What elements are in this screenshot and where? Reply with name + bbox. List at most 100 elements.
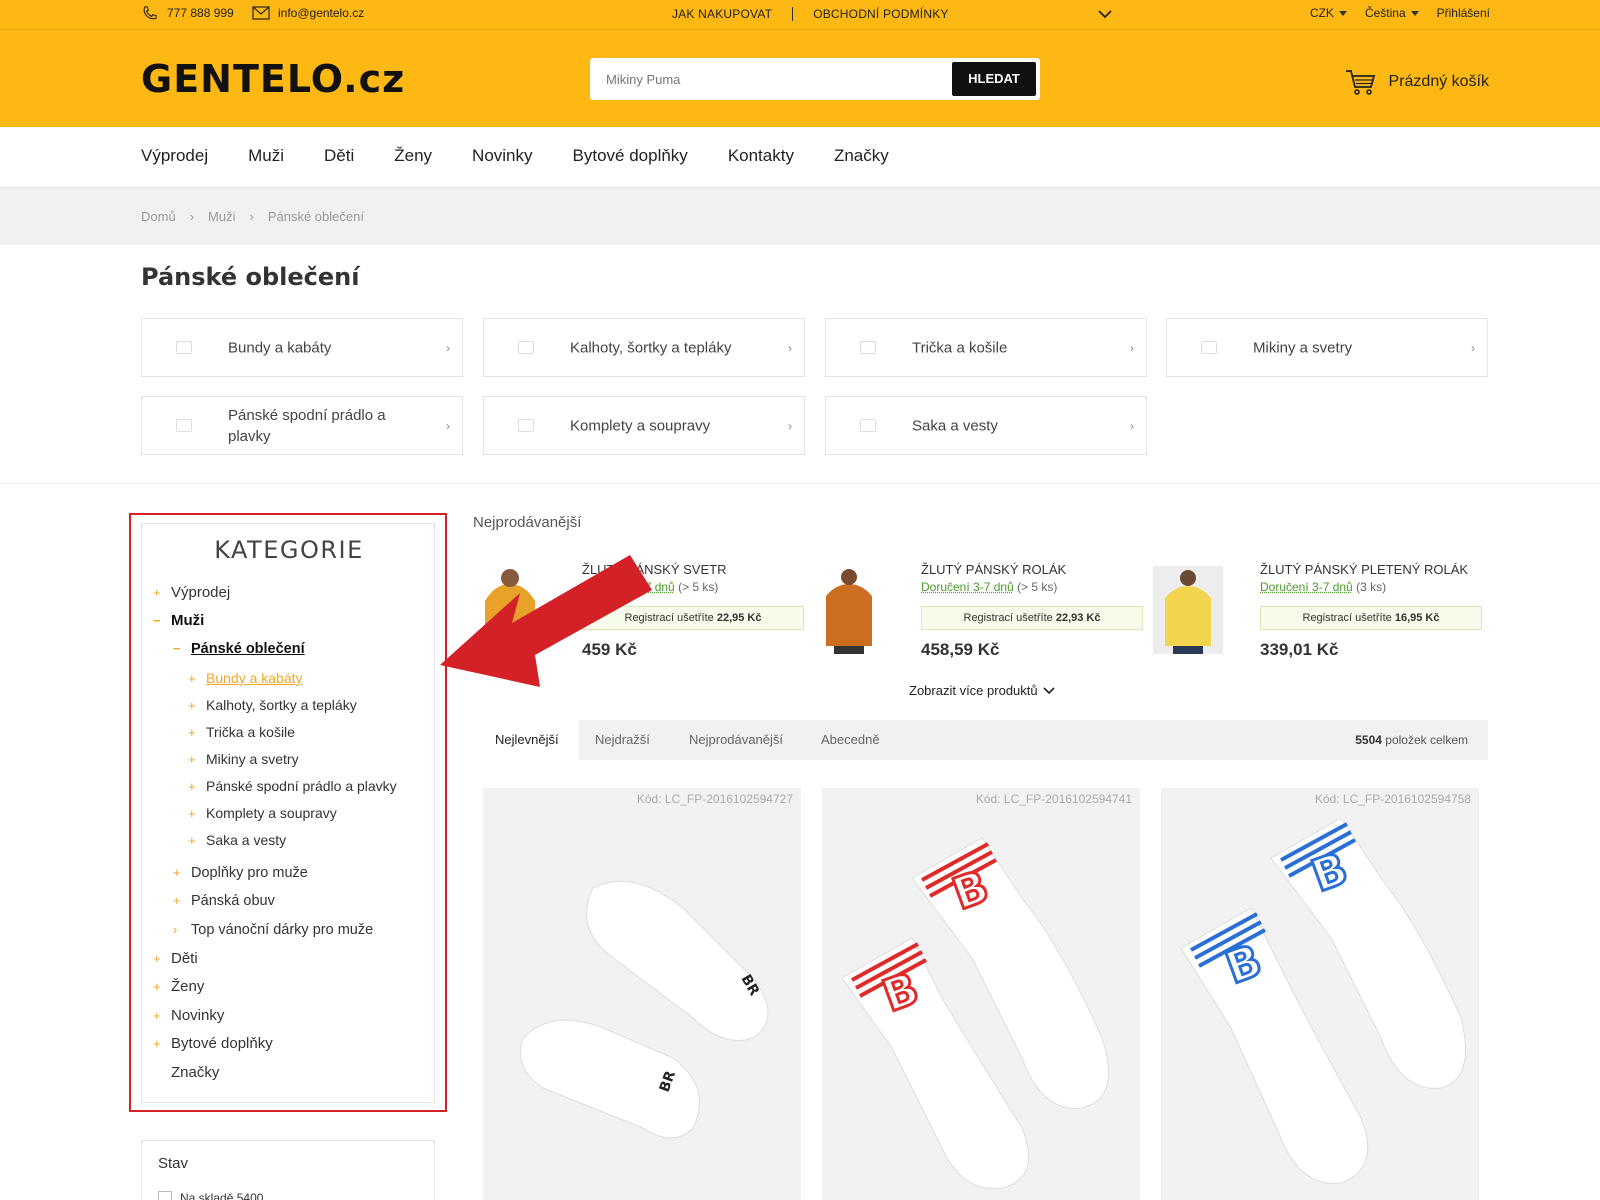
- category-tile-bundy[interactable]: Bundy a kabáty ›: [141, 318, 463, 377]
- sidebar-item-bundy[interactable]: + Bundy a kabáty: [188, 670, 303, 686]
- registration-savings: Registrací ušetříte 16,95 Kč: [1260, 606, 1482, 630]
- envelope-icon: [252, 6, 270, 20]
- sidebar-item-zeny[interactable]: + Ženy: [153, 978, 204, 995]
- chevron-down-icon[interactable]: [1097, 9, 1113, 19]
- nav-item-znacky[interactable]: Značky: [834, 146, 889, 166]
- category-tile-label: Kalhoty, šortky a tepláky: [570, 339, 732, 356]
- cart-link[interactable]: Prázdný košík: [1345, 68, 1489, 96]
- plus-icon: +: [188, 698, 196, 713]
- product-card[interactable]: Kód: LC_FP-2016102594741 B B: [822, 788, 1140, 1200]
- currency-label: CZK: [1309, 6, 1334, 20]
- plus-icon: +: [173, 865, 181, 880]
- breadcrumb-current: Pánské oblečení: [267, 209, 364, 224]
- sidebar-item-saka[interactable]: + Saka a vesty: [188, 832, 286, 848]
- sidebar-item-label: Bundy a kabáty: [206, 670, 303, 686]
- sidebar-item-mikiny[interactable]: + Mikiny a svetry: [188, 751, 299, 767]
- bestseller-price: 458,59 Kč: [921, 640, 1000, 659]
- total-count-number: 5504: [1355, 733, 1382, 747]
- savings-label: Registrací ušetříte: [963, 612, 1053, 624]
- sidebar-item-label: Doplňky pro muže: [191, 865, 308, 881]
- sort-tab-bestselling[interactable]: Nejprodávanější: [669, 720, 803, 760]
- breadcrumb-muzi[interactable]: Muži: [208, 209, 235, 224]
- plus-icon: +: [188, 725, 196, 740]
- login-link[interactable]: Přihlášení: [1437, 6, 1490, 20]
- currency-select[interactable]: CZK: [1310, 6, 1347, 20]
- nav-item-kontakty[interactable]: Kontakty: [728, 146, 794, 166]
- minus-icon: −: [153, 613, 161, 628]
- nav-item-bytove-doplnky[interactable]: Bytové doplňky: [573, 146, 688, 166]
- stock-qty: (> 5 ks): [678, 580, 719, 594]
- sidebar-item-deti[interactable]: + Děti: [153, 950, 198, 967]
- sidebar-item-novinky[interactable]: + Novinky: [153, 1007, 224, 1024]
- in-stock-checkbox[interactable]: [158, 1191, 172, 1200]
- thumb-shape: [1165, 586, 1211, 646]
- category-tile-label: Saka a vesty: [912, 417, 998, 434]
- sidebar-item-label: Top vánoční dárky pro muže: [191, 922, 374, 938]
- sidebar-item-label: Saka a vesty: [206, 832, 287, 848]
- bestseller-delivery: Doručení 3-7 dnů (> 5 ks): [921, 580, 1057, 594]
- chevron-right-icon: ›: [788, 418, 792, 433]
- category-tile-saka[interactable]: Saka a vesty ›: [825, 396, 1147, 455]
- nav-item-novinky[interactable]: Novinky: [472, 146, 532, 166]
- link-obchodni-podminky[interactable]: OBCHODNÍ PODMÍNKY: [813, 7, 948, 21]
- sidebar-item-label: Trička a košile: [206, 724, 295, 740]
- sort-tab-most-expensive[interactable]: Nejdražší: [575, 720, 670, 760]
- sidebar-item-kalhoty[interactable]: + Kalhoty, šortky a tepláky: [188, 697, 357, 713]
- sidebar-item-obuv[interactable]: + Pánská obuv: [173, 893, 275, 909]
- section-divider: [0, 483, 1600, 484]
- savings-amount: 22,93 Kč: [1055, 612, 1101, 624]
- phone-contact[interactable]: 777 888 999: [141, 6, 234, 20]
- sort-tab-cheapest[interactable]: Nejlevnější: [475, 720, 579, 760]
- site-logo[interactable]: GENTELO.cz: [141, 57, 405, 101]
- email-contact[interactable]: info@gentelo.cz: [252, 6, 364, 20]
- category-tile-pradlo[interactable]: Pánské spodní prádlo a plavky ›: [141, 396, 463, 455]
- plus-icon: +: [153, 951, 161, 966]
- sidebar-title: KATEGORIE: [214, 536, 364, 564]
- sidebar-item-label: Komplety a soupravy: [206, 805, 337, 821]
- stock-qty: (3 ks): [1356, 580, 1387, 594]
- category-tile-label: Mikiny a svetry: [1253, 339, 1353, 356]
- chevron-right-icon: ›: [249, 209, 254, 224]
- category-tile-komplety[interactable]: Komplety a soupravy ›: [483, 396, 805, 455]
- category-tile-tricka[interactable]: Trička a košile ›: [825, 318, 1147, 377]
- sidebar-item-tricka[interactable]: + Trička a košile: [188, 724, 295, 740]
- breadcrumb-home[interactable]: Domů: [141, 209, 176, 224]
- category-tile-mikiny[interactable]: Mikiny a svetry ›: [1166, 318, 1488, 377]
- search-input[interactable]: [590, 58, 950, 100]
- savings-amount: 22,95 Kč: [716, 612, 762, 624]
- sidebar-item-bytove-doplnky[interactable]: + Bytové doplňky: [153, 1035, 273, 1052]
- sort-tab-alphabetical[interactable]: Abecedně: [801, 720, 900, 760]
- sidebar-item-label: Kalhoty, šortky a tepláky: [206, 697, 357, 713]
- bestseller-item[interactable]: ŽLUTÝ PÁNSKÝ PLETENÝ ROLÁK Doručení 3-7 …: [1153, 560, 1482, 670]
- sidebar-item-vyprodej[interactable]: + Výprodej: [153, 584, 230, 601]
- category-tile-kalhoty[interactable]: Kalhoty, šortky a tepláky ›: [483, 318, 805, 377]
- thumb-shape: [826, 584, 872, 646]
- sidebar-item-doplnky[interactable]: + Doplňky pro muže: [173, 865, 308, 881]
- sidebar-item-muzi[interactable]: − Muži: [153, 612, 204, 629]
- show-more-products[interactable]: Zobrazit více produktů: [909, 683, 1056, 698]
- image-placeholder-icon: [518, 419, 534, 432]
- sidebar-item-vanocni-darky[interactable]: › Top vánoční dárky pro muže: [173, 922, 373, 938]
- product-card[interactable]: Kód: LC_FP-2016102594758 B B: [1161, 788, 1479, 1200]
- sidebar-item-komplety[interactable]: + Komplety a soupravy: [188, 805, 337, 821]
- bestseller-item[interactable]: ŽLUTÝ PÁNSKÝ ROLÁK Doručení 3-7 dnů (> 5…: [814, 560, 1143, 670]
- phone-icon: [143, 6, 157, 20]
- nav-item-vyprodej[interactable]: Výprodej: [141, 146, 208, 166]
- nav-item-zeny[interactable]: Ženy: [394, 146, 432, 166]
- image-placeholder-icon: [1201, 341, 1217, 354]
- product-card[interactable]: Kód: LC_FP-2016102594727 BR BR: [483, 788, 801, 1200]
- product-image-socks: BR BR: [483, 788, 801, 1200]
- sidebar-item-pradlo[interactable]: + Pánské spodní prádlo a plavky: [188, 778, 397, 794]
- sidebar-item-label: Děti: [171, 950, 198, 967]
- link-jak-nakupovat[interactable]: JAK NAKUPOVAT: [672, 7, 772, 21]
- product-thumbnail: [1153, 566, 1223, 654]
- nav-item-deti[interactable]: Děti: [324, 146, 354, 166]
- search-button[interactable]: HLEDAT: [952, 62, 1036, 96]
- language-select[interactable]: Čeština: [1365, 6, 1419, 20]
- total-count: 5504 položek celkem: [1355, 733, 1468, 747]
- sidebar-item-znacky[interactable]: Značky: [153, 1064, 219, 1081]
- sidebar-item-panske-obleceni[interactable]: − Pánské oblečení: [173, 641, 305, 657]
- nav-item-muzi[interactable]: Muži: [248, 146, 284, 166]
- plus-icon: +: [153, 1008, 161, 1023]
- plus-icon: +: [153, 979, 161, 994]
